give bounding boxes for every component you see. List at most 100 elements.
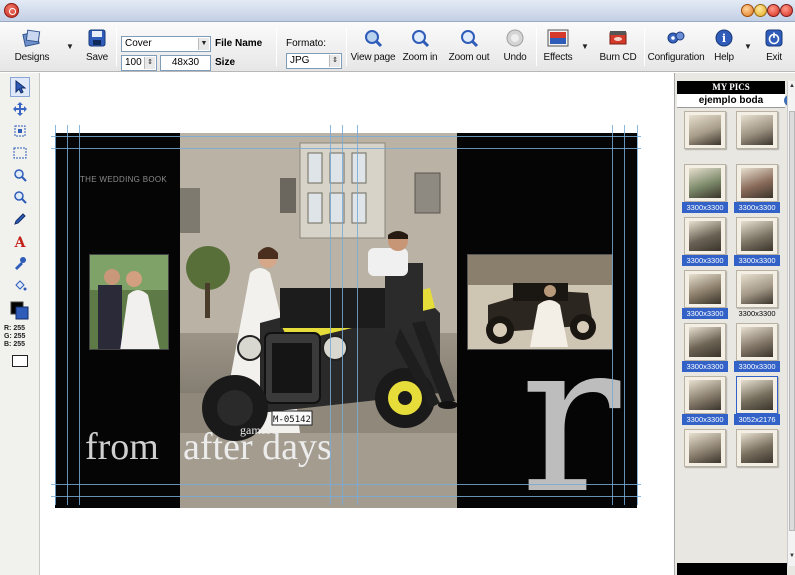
thumbnail-image (689, 380, 721, 410)
color-swatches[interactable] (10, 299, 30, 323)
guide-line[interactable] (637, 125, 638, 505)
thumbnail-image (689, 274, 721, 304)
photo-thumbnail[interactable]: 3300x3300 (682, 323, 728, 372)
zoom-out-button[interactable]: Zoom out (446, 24, 492, 70)
scroll-thumb[interactable] (789, 111, 795, 531)
thumbnail-image (689, 115, 721, 145)
book-title-text[interactable]: THE WEDDING BOOK (80, 175, 167, 184)
select-tool[interactable] (10, 143, 30, 163)
undo-button[interactable]: Undo (500, 24, 530, 70)
photo-thumbnail[interactable]: 3300x3300 (734, 270, 780, 319)
photo-thumbnail[interactable] (734, 111, 780, 160)
decorative-letter[interactable]: r (520, 313, 620, 509)
couple-photo-image (90, 255, 168, 349)
guide-line[interactable] (51, 496, 641, 497)
restore-button[interactable] (754, 4, 767, 17)
guide-line[interactable] (51, 148, 641, 149)
effects-button[interactable]: Effects (540, 24, 576, 70)
thumbnail-image (741, 274, 773, 304)
move-icon (13, 102, 27, 116)
designs-button[interactable]: Designs (10, 24, 54, 70)
photo-thumbnail[interactable] (682, 111, 728, 160)
thumbnail-image (689, 221, 721, 251)
photo-thumbnail[interactable]: 3300x3300 (734, 217, 780, 266)
photo-thumbnail[interactable] (734, 429, 780, 478)
thumbnail-frame (736, 376, 778, 414)
move-tool[interactable] (10, 99, 30, 119)
zoom-in-button[interactable]: Zoom in (400, 24, 440, 70)
thumbnail-size-label: 3300x3300 (682, 255, 728, 266)
guide-line[interactable] (612, 125, 613, 505)
photo-thumbnail[interactable]: 3300x3300 (734, 164, 780, 213)
thumbnail-frame (684, 217, 726, 255)
guide-line[interactable] (67, 125, 68, 505)
size-label: Size (215, 57, 236, 68)
scroll-down-icon[interactable]: ▼ (789, 553, 795, 559)
editing-canvas[interactable]: THE WEDDING BOOK M-05142 r from after da… (41, 73, 673, 575)
minimize-button[interactable] (741, 4, 754, 17)
view-page-button[interactable]: View page (350, 24, 396, 70)
photo-thumbnail[interactable]: 3052x2176 (734, 376, 780, 425)
save-button[interactable]: Save (82, 24, 112, 70)
size-field[interactable]: 48x30 (160, 55, 211, 71)
effects-dropdown-icon[interactable]: ▼ (581, 42, 589, 51)
photo-thumbnail[interactable]: 3300x3300 (682, 376, 728, 425)
my-pics-header: MY PICS (677, 81, 785, 94)
format-select[interactable]: JPG ⇕ (286, 53, 342, 69)
help-button[interactable]: i Help (710, 24, 738, 70)
guide-line[interactable] (79, 125, 80, 505)
text-tool[interactable]: A (10, 231, 30, 251)
guide-line[interactable] (357, 125, 358, 505)
configuration-button[interactable]: Configuration (648, 24, 705, 70)
effects-label: Effects (543, 52, 573, 63)
couple-kiss-photo[interactable] (89, 254, 169, 350)
pointer-tool[interactable] (10, 77, 30, 97)
photo-thumbnail[interactable] (682, 429, 728, 478)
book-cover-spread[interactable]: THE WEDDING BOOK M-05142 r from after da… (55, 133, 637, 508)
guide-line[interactable] (51, 484, 641, 485)
zoom-stepper[interactable]: 100 ⇕ (121, 55, 157, 71)
designs-icon (21, 27, 43, 49)
blue-value: B: 255 (4, 341, 26, 348)
thumbnail-image (689, 433, 721, 463)
guide-line[interactable] (51, 136, 641, 137)
thumbnail-frame (736, 429, 778, 467)
size-value: 48x30 (171, 57, 200, 68)
burn-cd-button[interactable]: Burn CD (597, 24, 639, 70)
view-page-icon (362, 27, 384, 49)
app-logo-icon[interactable] (4, 3, 19, 18)
title-bar (0, 0, 795, 22)
album-name[interactable]: ejemplo boda (677, 94, 785, 108)
exit-button[interactable]: Exit (760, 24, 788, 70)
crop-tool[interactable] (10, 121, 30, 141)
maximize-button[interactable] (767, 4, 780, 17)
current-color-swatch[interactable] (10, 351, 30, 371)
guide-line[interactable] (624, 125, 625, 505)
close-button[interactable] (780, 4, 793, 17)
thumbnail-size-label: 3300x3300 (682, 361, 728, 372)
pointer-icon (15, 80, 26, 94)
caption-from-text[interactable]: from (85, 425, 159, 469)
pencil-tool[interactable] (10, 209, 30, 229)
photo-thumbnail[interactable]: 3300x3300 (734, 323, 780, 372)
designs-dropdown-icon[interactable]: ▼ (66, 42, 74, 51)
photo-thumbnail[interactable]: 3300x3300 (682, 270, 728, 319)
guide-line[interactable] (55, 125, 56, 505)
help-dropdown-icon[interactable]: ▼ (744, 42, 752, 51)
panel-scrollbar[interactable]: ▲ ▼ (787, 81, 795, 566)
fill-tool[interactable] (10, 275, 30, 295)
eyedropper-tool[interactable] (10, 253, 30, 273)
thumbnail-size-label: 3300x3300 (682, 308, 728, 319)
caption-games-text[interactable]: games (240, 423, 271, 438)
guide-line[interactable] (330, 125, 331, 505)
guide-line[interactable] (342, 125, 343, 505)
undo-icon (504, 27, 526, 49)
scroll-up-icon[interactable]: ▲ (789, 83, 795, 89)
zoom-out-tool[interactable] (10, 187, 30, 207)
file-name-select[interactable]: Cover ▼ (121, 36, 211, 52)
stepper-arrows-icon[interactable]: ⇕ (144, 57, 155, 69)
toolbar-separator (536, 28, 537, 66)
photo-thumbnail[interactable]: 3300x3300 (682, 217, 728, 266)
photo-thumbnail[interactable]: 3300x3300 (682, 164, 728, 213)
zoom-in-tool[interactable] (10, 165, 30, 185)
